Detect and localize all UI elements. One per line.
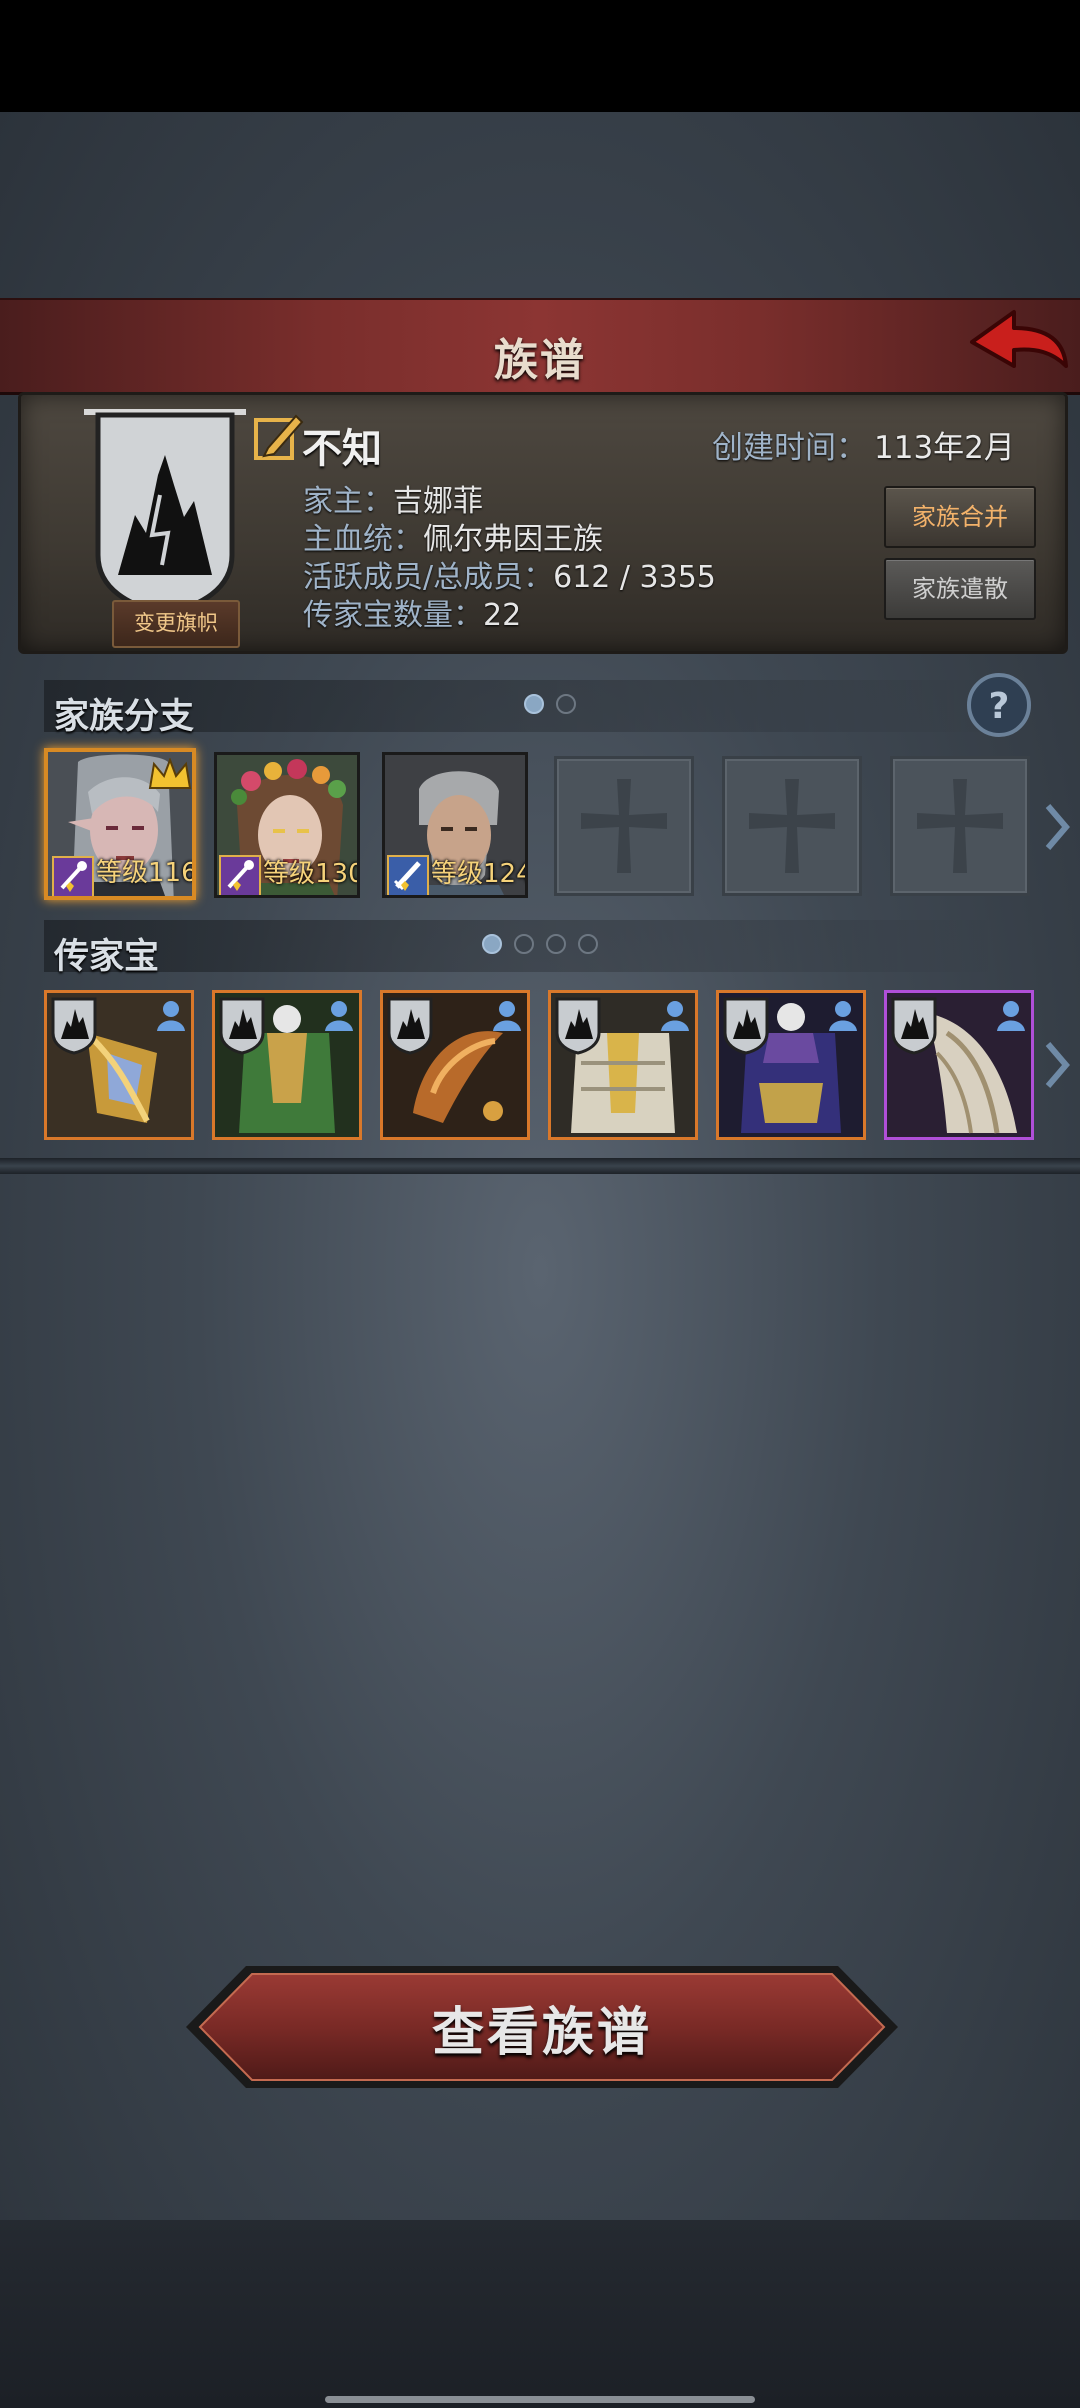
person-icon	[997, 1001, 1025, 1031]
cross-icon	[581, 779, 667, 873]
home-indicator[interactable]	[325, 2396, 755, 2403]
section-divider	[0, 1158, 1080, 1174]
heirlooms-page-dot[interactable]	[546, 934, 566, 954]
branches-page-dot[interactable]	[524, 694, 544, 714]
help-icon[interactable]: ?	[966, 672, 1032, 738]
family-emblem-icon	[51, 997, 97, 1055]
heirloom-item[interactable]	[44, 990, 194, 1140]
branch-member-card[interactable]: 等级130	[214, 752, 360, 898]
heirlooms-title: 传家宝	[54, 937, 160, 977]
created-time-value: 113年2月	[874, 430, 1015, 466]
branches-page-dot[interactable]	[556, 694, 576, 714]
person-icon	[661, 1001, 689, 1031]
family-emblem-icon	[555, 997, 601, 1055]
back-arrow-icon[interactable]	[966, 306, 1070, 382]
heirlooms-page-dot[interactable]	[482, 934, 502, 954]
heirloom-item[interactable]	[212, 990, 362, 1140]
branch-member-card[interactable]: 等级124	[382, 752, 528, 898]
empty-branch-slot[interactable]	[890, 756, 1030, 896]
mage-class-icon	[52, 856, 94, 896]
heirloom-item[interactable]	[884, 990, 1034, 1140]
person-icon	[157, 1001, 185, 1031]
heirlooms-page-dot[interactable]	[578, 934, 598, 954]
leader-crown-icon	[148, 758, 192, 789]
heirloom-item[interactable]	[716, 990, 866, 1140]
cross-icon	[917, 779, 1003, 873]
family-emblem-icon	[219, 997, 265, 1055]
family-name: 不知	[302, 426, 382, 472]
branches-title: 家族分支	[54, 697, 195, 737]
mage-class-icon	[219, 855, 261, 895]
heirloom-item[interactable]	[548, 990, 698, 1140]
created-time-label: 创建时间：	[712, 430, 867, 466]
disband-family-button[interactable]: 家族遣散	[884, 558, 1036, 620]
merge-family-button[interactable]: 家族合并	[884, 486, 1036, 548]
person-icon	[493, 1001, 521, 1031]
branch-member-level: 等级130	[263, 859, 360, 889]
person-icon	[325, 1001, 353, 1031]
svg-text:?: ?	[989, 686, 1010, 727]
heirloom-count-value: 22	[483, 598, 522, 633]
view-family-tree-label: 查看族谱	[431, 2003, 652, 2063]
change-banner-button[interactable]: 变更旗帜	[112, 600, 240, 648]
family-emblem-icon	[723, 997, 769, 1055]
edit-name-icon[interactable]	[250, 410, 304, 464]
heirloom-count-label: 传家宝数量：	[303, 598, 483, 633]
person-icon	[829, 1001, 857, 1031]
members-value: 612 / 3355	[553, 560, 716, 595]
family-emblem-icon	[387, 997, 433, 1055]
branch-member-level: 等级124	[431, 859, 528, 889]
warrior-class-icon	[387, 855, 429, 895]
empty-branch-slot[interactable]	[554, 756, 694, 896]
heirlooms-next-arrow-icon[interactable]	[1044, 1040, 1070, 1090]
title-banner: 族谱	[0, 298, 1080, 395]
family-emblem-icon	[891, 997, 937, 1055]
branch-member-level: 等级116	[96, 858, 196, 888]
empty-branch-slot[interactable]	[722, 756, 862, 896]
heirloom-count-row: 传家宝数量：22	[303, 590, 521, 634]
heirlooms-page-dot[interactable]	[514, 934, 534, 954]
cross-icon	[749, 779, 835, 873]
branch-member-card[interactable]: 等级116	[44, 748, 196, 900]
bottom-bar	[0, 2220, 1080, 2408]
branches-next-arrow-icon[interactable]	[1044, 802, 1070, 852]
page-title: 族谱	[494, 335, 586, 386]
heirloom-item[interactable]	[380, 990, 530, 1140]
